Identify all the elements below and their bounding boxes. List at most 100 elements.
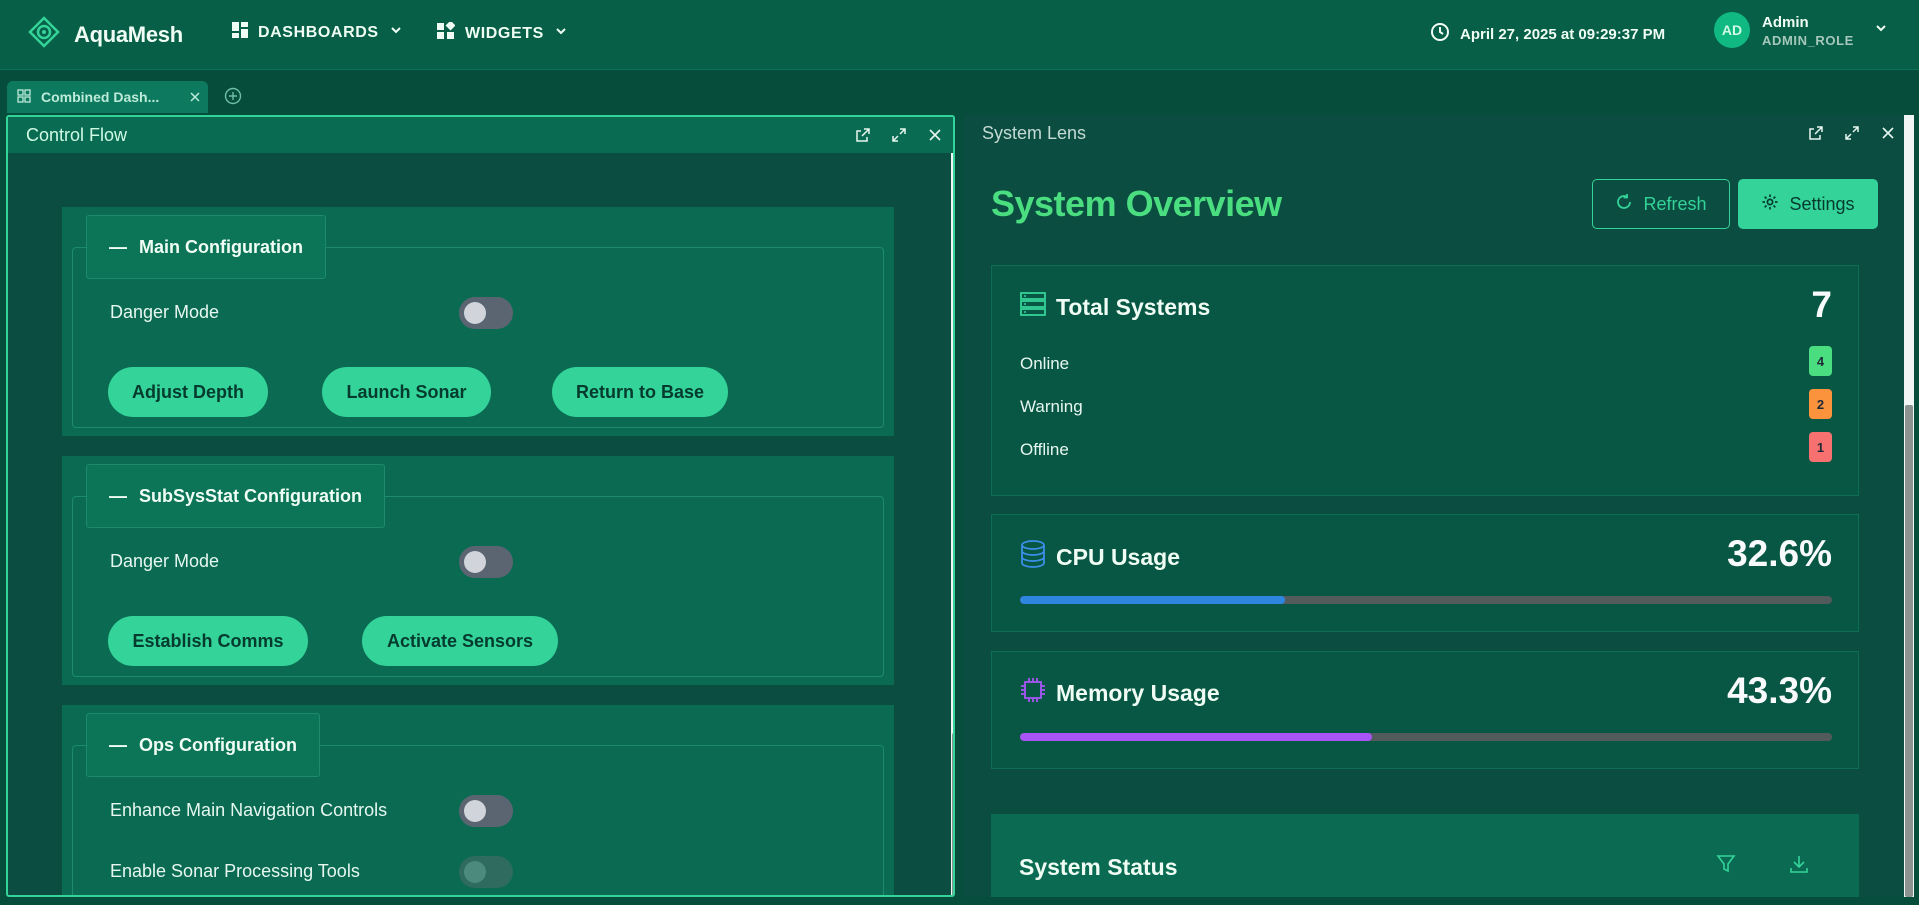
toggle-knob (464, 800, 486, 822)
minus-icon: — (109, 734, 127, 755)
brand[interactable]: AquaMesh (28, 16, 183, 53)
close-icon[interactable] (182, 89, 208, 105)
clock: April 27, 2025 at 09:29:37 PM (1430, 22, 1665, 46)
memory-usage-card: Memory Usage 43.3% (991, 651, 1859, 769)
brand-name: AquaMesh (74, 21, 183, 47)
stat-label: Online (1020, 354, 1070, 373)
system-lens-panel: System Lens System Overview Refresh Sett… (964, 115, 1906, 897)
card-header: Memory Usage (1020, 677, 1220, 709)
sonar-processing-toggle[interactable] (459, 856, 513, 888)
chevron-down-icon (1874, 21, 1888, 40)
toggle-knob (464, 861, 486, 883)
scrollbar[interactable] (951, 153, 953, 895)
section-collapse-toggle[interactable]: — Main Configuration (86, 215, 326, 279)
filter-icon[interactable] (1716, 854, 1736, 879)
activate-sensors-button[interactable]: Activate Sensors (362, 616, 558, 666)
tab-label: Combined Dash... (41, 89, 160, 105)
tab-combined-dashboard[interactable]: Combined Dash... (7, 81, 208, 113)
server-icon (1020, 291, 1046, 323)
card-header: CPU Usage (1020, 540, 1180, 574)
settings-label: Settings (1789, 193, 1855, 214)
clock-icon (1430, 22, 1450, 46)
cpu-progress-bar (1020, 596, 1832, 604)
section-collapse-toggle[interactable]: — Ops Configuration (86, 713, 320, 777)
widgets-menu[interactable]: WIDGETS (437, 20, 568, 45)
close-icon[interactable] (923, 123, 947, 147)
panel-title: Control Flow (26, 124, 128, 145)
progress-fill (1020, 733, 1372, 741)
dashboard-grid-icon (232, 22, 248, 43)
settings-button[interactable]: Settings (1738, 179, 1878, 229)
popout-icon[interactable] (851, 123, 875, 147)
progress-fill (1020, 596, 1285, 604)
return-to-base-button[interactable]: Return to Base (552, 367, 728, 417)
panel-header: System Lens (964, 115, 1906, 151)
toggle-label: Danger Mode (110, 551, 220, 571)
gear-icon (1761, 193, 1779, 216)
card-title: Memory Usage (1056, 679, 1220, 706)
refresh-label: Refresh (1643, 193, 1707, 214)
stat-label: Offline (1020, 440, 1069, 459)
system-status-card: System Status (991, 814, 1859, 897)
stat-label: Warning (1020, 397, 1083, 416)
page-title: System Overview (991, 183, 1282, 224)
widgets-icon (437, 20, 456, 45)
maximize-icon[interactable] (887, 123, 911, 147)
section-title: SubSysStat Configuration (139, 485, 363, 506)
card-title: CPU Usage (1056, 543, 1180, 570)
chevron-down-icon (389, 23, 403, 42)
scrollbar-thumb[interactable] (952, 733, 953, 895)
danger-mode-toggle[interactable] (459, 297, 513, 329)
ops-configuration-section: — Ops Configuration Enhance Main Navigat… (62, 705, 894, 895)
card-title: System Status (1019, 854, 1178, 880)
panel-header: Control Flow (8, 117, 953, 153)
control-flow-panel: Control Flow — Main Configuration Danger… (6, 115, 955, 897)
maximize-icon[interactable] (1840, 121, 1864, 145)
user-info: Admin ADMIN_ROLE (1762, 12, 1854, 48)
main-configuration-section: — Main Configuration Danger Mode Adjust … (62, 207, 894, 436)
scrollbar[interactable] (1904, 115, 1914, 897)
minus-icon: — (109, 236, 127, 257)
download-icon[interactable] (1789, 854, 1809, 879)
cpu-usage-value: 32.6% (1727, 533, 1832, 574)
toggle-knob (464, 302, 486, 324)
user-name: Admin (1762, 14, 1809, 31)
popout-icon[interactable] (1804, 121, 1828, 145)
toggle-label: Enhance Main Navigation Controls (110, 800, 388, 820)
tab-bar: Combined Dash... (0, 70, 1919, 115)
close-icon[interactable] (1876, 121, 1900, 145)
cpu-usage-card: CPU Usage 32.6% (991, 514, 1859, 632)
top-navigation-bar: AquaMesh DASHBOARDS WIDGETS April 27, 20… (0, 0, 1919, 70)
refresh-icon (1615, 193, 1633, 216)
section-collapse-toggle[interactable]: — SubSysStat Configuration (86, 464, 386, 528)
aquamesh-logo-icon (28, 16, 60, 53)
memory-usage-value: 43.3% (1727, 670, 1832, 711)
offline-count-badge: 1 (1809, 432, 1832, 462)
chip-icon (1020, 677, 1046, 709)
toggle-knob (464, 551, 486, 573)
enhance-navigation-toggle[interactable] (459, 795, 513, 827)
section-title: Main Configuration (139, 236, 303, 257)
online-count-badge: 4 (1809, 346, 1832, 376)
launch-sonar-button[interactable]: Launch Sonar (322, 367, 491, 417)
dashboards-menu-label: DASHBOARDS (258, 23, 379, 41)
dashboards-menu[interactable]: DASHBOARDS (232, 22, 403, 43)
minus-icon: — (109, 485, 127, 506)
danger-mode-toggle[interactable] (459, 546, 513, 578)
adjust-depth-button[interactable]: Adjust Depth (108, 367, 268, 417)
clock-text: April 27, 2025 at 09:29:37 PM (1460, 25, 1666, 43)
establish-comms-button[interactable]: Establish Comms (108, 616, 308, 666)
user-menu[interactable]: AD Admin ADMIN_ROLE (1714, 12, 1888, 48)
scrollbar-thumb[interactable] (1905, 405, 1913, 897)
panel-title: System Lens (982, 122, 1087, 143)
total-systems-card: Total Systems 7 Online 4 Warning 2 Offli… (991, 265, 1859, 496)
refresh-button[interactable]: Refresh (1592, 179, 1730, 229)
toggle-label: Danger Mode (110, 302, 220, 322)
section-title: Ops Configuration (139, 734, 297, 755)
card-title: Total Systems (1056, 293, 1211, 320)
database-icon (1020, 540, 1046, 574)
total-systems-value: 7 (1811, 284, 1832, 325)
subsysstat-configuration-section: — SubSysStat Configuration Danger Mode E… (62, 456, 894, 685)
chevron-down-icon (554, 24, 568, 43)
add-tab-button[interactable] (224, 87, 244, 107)
